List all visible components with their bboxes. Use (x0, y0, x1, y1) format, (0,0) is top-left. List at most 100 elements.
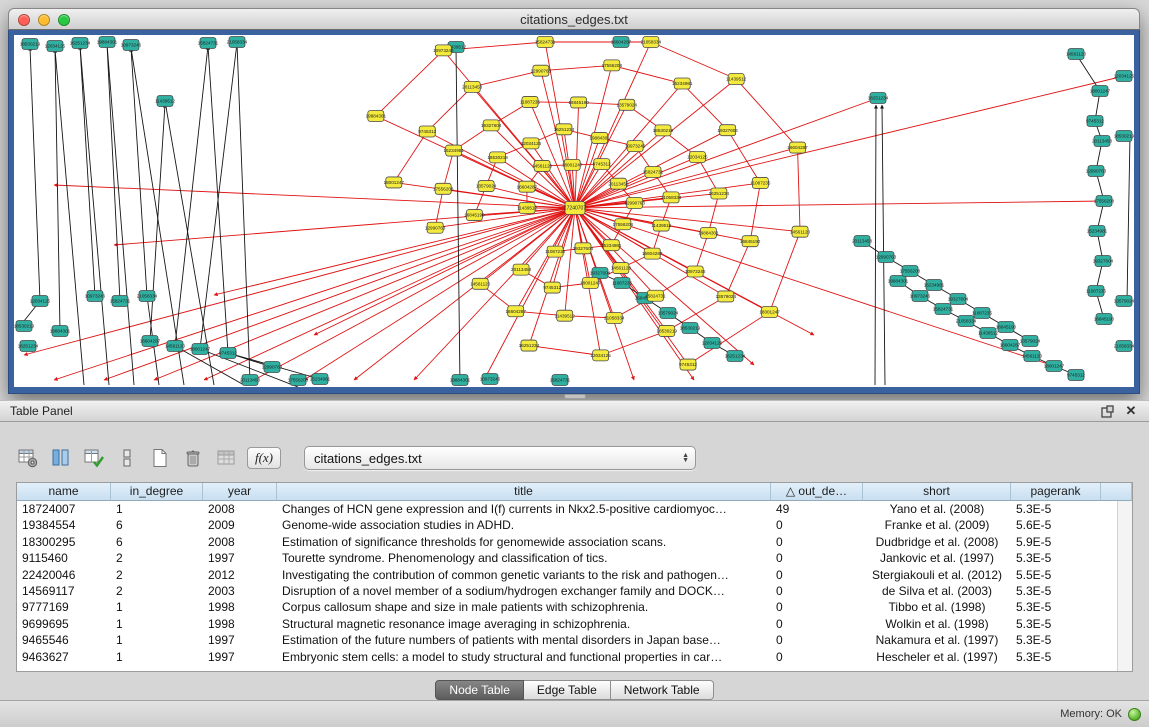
graph-node[interactable]: 21058334 (137, 291, 158, 302)
graph-node[interactable]: 17240707 (564, 202, 586, 215)
show-columns-icon[interactable] (49, 446, 73, 470)
graph-node[interactable]: 14561120 (611, 263, 632, 274)
graph-node[interactable]: 21058334 (604, 313, 625, 324)
graph-node[interactable]: 14561120 (790, 226, 811, 237)
graph-node[interactable]: 10973246 (85, 291, 106, 302)
column-header-4[interactable]: △ out_de… (771, 483, 863, 501)
import-table-icon[interactable] (214, 446, 238, 470)
network-canvas[interactable]: 18530219 12034125 16251234 19884301 10973246… (14, 35, 1134, 387)
graph-node[interactable]: 11439512 (517, 203, 538, 214)
table-row[interactable]: 1456911722003Disruption of a novel membe… (17, 583, 1132, 599)
tab-node-table[interactable]: Node Table (435, 680, 524, 700)
graph-node[interactable]: 15824731 (198, 38, 219, 49)
graph-node[interactable]: 19327604 (717, 125, 738, 136)
table-mode-icon[interactable] (16, 446, 40, 470)
graph-node[interactable]: 19327604 (590, 268, 611, 279)
graph-node[interactable]: 10973246 (480, 374, 501, 385)
graph-node[interactable]: 19884301 (589, 132, 610, 143)
rows-icon[interactable] (115, 446, 139, 470)
graph-node[interactable]: 11439512 (651, 220, 672, 231)
graph-node[interactable]: 18530219 (680, 323, 701, 334)
graph-node[interactable]: 14561120 (532, 160, 553, 171)
table-row[interactable]: 2242004622012Investigating the contribut… (17, 567, 1132, 583)
graph-node[interactable]: 19327604 (948, 294, 969, 305)
column-header-2[interactable]: year (203, 483, 277, 501)
graph-node[interactable]: 17556208 (900, 266, 921, 277)
graph-node[interactable]: 18530219 (657, 325, 678, 336)
graph-node[interactable]: 15234981 (1087, 226, 1108, 237)
graph-node[interactable]: 16845190 (740, 236, 761, 247)
graph-node[interactable]: 18530219 (487, 152, 508, 163)
graph-node[interactable]: 16251234 (18, 341, 39, 352)
graph-node[interactable]: 12990763 (425, 222, 446, 233)
graph-node[interactable]: 15824731 (535, 37, 556, 48)
graph-node[interactable]: 14561120 (470, 278, 491, 289)
graph-node[interactable]: 12034125 (30, 296, 51, 307)
graph-node[interactable]: 15824731 (550, 375, 571, 386)
graph-node[interactable]: 12990763 (876, 252, 897, 263)
table-row[interactable]: 969969511998Structural magnetic resonanc… (17, 616, 1132, 632)
graph-node[interactable]: 12990763 (531, 65, 552, 76)
zoom-window-button[interactable] (58, 14, 70, 26)
graph-node[interactable]: 14561120 (165, 341, 186, 352)
table-row[interactable]: 977716911998Corpus callosum shape and si… (17, 599, 1132, 615)
graph-node[interactable]: 15234981 (924, 280, 945, 291)
graph-node[interactable]: 11439512 (555, 310, 576, 321)
create-column-icon[interactable] (82, 446, 106, 470)
graph-node[interactable]: 13579024 (1114, 296, 1134, 307)
graph-node[interactable]: 16251234 (554, 124, 575, 135)
graph-node[interactable]: 16251234 (519, 340, 540, 351)
tab-edge-table[interactable]: Edge Table (524, 680, 611, 700)
graph-node[interactable]: 19327604 (1093, 256, 1114, 267)
graph-node[interactable]: 9745312 (679, 359, 697, 370)
graph-node[interactable]: 18001247 (580, 278, 601, 289)
graph-node[interactable]: 9745312 (418, 126, 436, 137)
graph-node[interactable]: 15234981 (310, 374, 331, 385)
graph-node[interactable]: 14561120 (1022, 351, 1043, 362)
graph-node[interactable]: 16845190 (1094, 314, 1115, 325)
graph-node[interactable]: 10973246 (910, 291, 931, 302)
graph-node[interactable]: 20113458 (462, 81, 483, 92)
table-row[interactable]: 946362711997Embryonic stem cells: a mode… (17, 649, 1132, 665)
graph-node[interactable]: 21058334 (956, 316, 977, 327)
table-row[interactable]: 946554611997Estimation of the future num… (17, 632, 1132, 648)
graph-node[interactable]: 16251234 (868, 93, 889, 104)
graph-node[interactable]: 16604287 (611, 37, 632, 48)
graph-node[interactable]: 15234981 (601, 240, 622, 251)
graph-node[interactable]: 20113458 (1092, 136, 1113, 147)
column-header-1[interactable]: in_degree (111, 483, 203, 501)
graph-node[interactable]: 16845190 (568, 97, 589, 108)
window-titlebar[interactable]: citations_edges.txt (8, 8, 1140, 30)
column-header-0[interactable]: name (17, 483, 111, 501)
graph-node[interactable]: 12034125 (590, 350, 611, 361)
table-row[interactable]: 1872400712008Changes of HCN gene express… (17, 501, 1132, 517)
graph-node[interactable]: 14561120 (1066, 49, 1087, 60)
graph-node[interactable]: 18001247 (759, 307, 780, 318)
graph-node[interactable]: 19884301 (450, 375, 471, 386)
graph-node[interactable]: 18001247 (1090, 86, 1111, 97)
divider-grip-icon[interactable] (564, 394, 586, 399)
graph-node[interactable]: 18001247 (190, 344, 211, 355)
graph-node[interactable]: 9745312 (219, 348, 237, 359)
column-header-5[interactable]: short (863, 483, 1011, 501)
delete-icon[interactable] (181, 446, 205, 470)
graph-node[interactable]: 19884301 (50, 326, 71, 337)
table-row[interactable]: 911546021997Tourette syndrome. Phenomeno… (17, 550, 1132, 566)
graph-node[interactable]: 11087235 (972, 308, 993, 319)
graph-node[interactable]: 17556208 (1094, 196, 1115, 207)
graph-node[interactable]: 9745312 (1067, 370, 1085, 381)
graph-node[interactable]: 20113458 (240, 375, 261, 386)
function-builder-button[interactable]: f(x) (247, 447, 281, 469)
table-row[interactable]: 1830029562008Estimation of significance … (17, 534, 1132, 550)
graph-node[interactable]: 15824731 (645, 290, 666, 301)
graph-node[interactable]: 19327604 (481, 120, 502, 131)
graph-node[interactable]: 13579024 (617, 99, 638, 110)
graph-node[interactable]: 11087235 (545, 246, 566, 257)
graph-node[interactable]: 17556208 (288, 375, 309, 386)
graph-node[interactable]: 11087235 (612, 278, 633, 289)
graph-node[interactable]: 19884301 (366, 111, 387, 122)
graph-node[interactable]: 12034125 (521, 138, 542, 149)
graph-node[interactable]: 13579024 (716, 291, 737, 302)
graph-node[interactable]: 18530219 (14, 321, 35, 332)
graph-node[interactable]: 9745312 (543, 282, 561, 293)
